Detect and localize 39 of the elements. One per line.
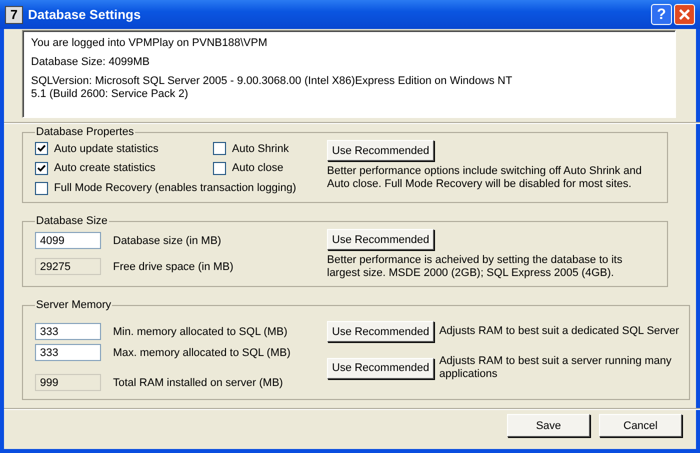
info-text: SQLVersion: Microsoft SQL Server 2005 - 9.00.3068.00 (Intel X86)Express Edition on Windows NT 5.1 (Build 2600: Service Pack 2) xyxy=(31,75,514,101)
number-field[interactable]: 333 xyxy=(35,344,101,361)
checkbox-option[interactable]: Auto create statistics xyxy=(35,160,213,176)
checkbox-option[interactable]: Full Mode Recovery (enables transaction logging) xyxy=(35,180,323,196)
use-recommended-button[interactable]: Use Recommended xyxy=(327,229,434,250)
number-field[interactable]: 333 xyxy=(35,323,101,340)
checkbox[interactable] xyxy=(213,142,226,156)
note-text: Better performance options include switching off Auto Shrink and Auto close. Full Mode Recovery will be disabled for most sites. xyxy=(327,165,643,191)
group-title: Database Propertes xyxy=(35,126,135,138)
group-title: Server Memory xyxy=(35,299,112,311)
use-recommended-button[interactable]: Use Recommended xyxy=(327,321,434,342)
group-title: Database Size xyxy=(35,215,109,227)
number-field[interactable]: 4099 xyxy=(35,232,101,249)
info-text: Database Size: 4099MB xyxy=(31,56,151,69)
checkbox-option[interactable]: Auto update statistics xyxy=(35,141,213,157)
info-text: You are logged into VPMPlay on PVNB188\VPM xyxy=(31,37,268,50)
app-icon: 7 xyxy=(5,6,23,24)
note-text: Better performance is acheived by setting the database to its largest size. MSDE 2000 (2GB); SQL Express 2005 (4GB). xyxy=(327,254,624,280)
help-button[interactable]: ? xyxy=(651,4,672,25)
field-label: Free drive space (in MB) xyxy=(113,260,234,272)
note-text: Adjusts RAM to best suit a server running many applications xyxy=(439,355,673,381)
note-text: Adjusts RAM to best suit a dedicated SQL Server xyxy=(439,325,680,338)
field-label: Max. memory allocated to SQL (MB) xyxy=(113,346,290,358)
cancel-button[interactable]: Cancel xyxy=(599,414,682,437)
field-label: Min. memory allocated to SQL (MB) xyxy=(113,326,288,338)
save-button[interactable]: Save xyxy=(507,414,590,437)
window-title: Database Settings xyxy=(28,7,142,22)
checkbox[interactable] xyxy=(35,182,48,195)
use-recommended-button[interactable]: Use Recommended xyxy=(327,358,434,378)
checkbox[interactable] xyxy=(35,142,48,156)
field-label: Database size (in MB) xyxy=(113,234,222,246)
close-icon xyxy=(678,8,691,21)
field-label: Total RAM installed on server (MB) xyxy=(113,376,283,388)
checkbox[interactable] xyxy=(35,162,48,175)
checkbox-option[interactable]: Auto close xyxy=(213,160,323,176)
checkbox-option[interactable]: Auto Shrink xyxy=(213,141,323,157)
checkbox[interactable] xyxy=(213,162,226,175)
close-button[interactable] xyxy=(674,4,695,25)
use-recommended-button[interactable]: Use Recommended xyxy=(327,140,434,161)
